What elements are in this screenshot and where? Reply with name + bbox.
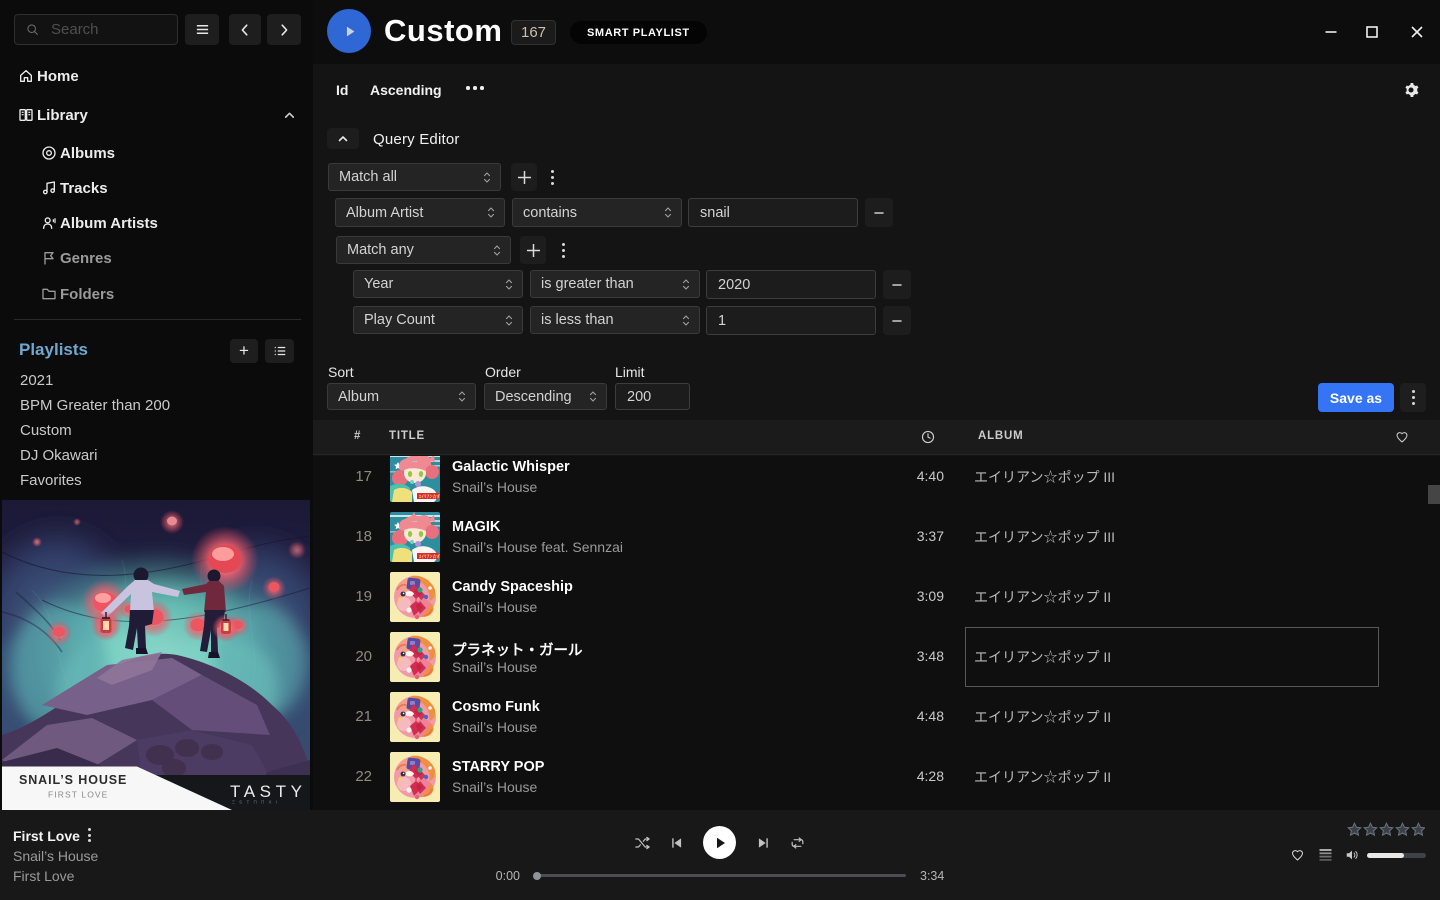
svg-text:SNAIL’S HOUSE: SNAIL’S HOUSE: [19, 773, 127, 787]
svg-text:ΞSTΠΠXI: ΞSTΠΠXI: [232, 800, 281, 805]
svg-text:TASTY: TASTY: [230, 782, 307, 801]
svg-text:FIRST LOVE: FIRST LOVE: [48, 790, 108, 800]
